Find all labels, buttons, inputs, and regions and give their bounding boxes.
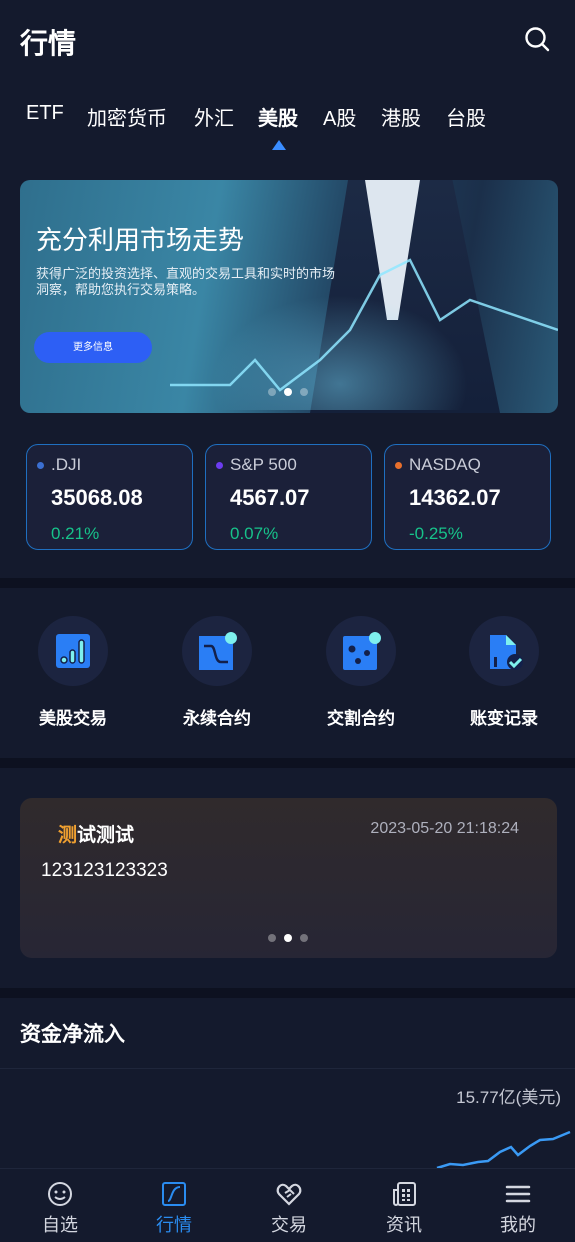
index-price: 4567.07 bbox=[230, 485, 310, 510]
index-card-dji[interactable]: .DJI 35068.08 0.21% bbox=[26, 444, 193, 550]
index-name: .DJI bbox=[51, 455, 82, 474]
tab-a-shares[interactable]: A股 bbox=[323, 102, 356, 131]
tab-us-stocks[interactable]: 美股 bbox=[258, 102, 298, 131]
nav-label: 我的 bbox=[500, 1215, 536, 1235]
fund-flow-line bbox=[436, 1130, 571, 1170]
dots-box-icon bbox=[343, 632, 381, 670]
quick-label: 永续合约 bbox=[183, 709, 251, 728]
divider bbox=[0, 1068, 575, 1069]
nav-watchlist[interactable]: 自选 bbox=[20, 1181, 100, 1237]
pagination-dot[interactable] bbox=[268, 388, 276, 396]
document-check-icon bbox=[490, 635, 523, 670]
notice-title-rest: 试测试 bbox=[77, 825, 135, 846]
notice-card[interactable]: 测试测试 2023-05-20 21:18:24 123123123323 bbox=[20, 798, 557, 958]
fund-flow-title: 资金净流入 bbox=[20, 1023, 125, 1046]
nav-news[interactable]: 资讯 bbox=[364, 1181, 444, 1237]
notice-title-highlight: 测 bbox=[58, 825, 78, 846]
nav-label: 资讯 bbox=[386, 1215, 422, 1235]
banner-pagination bbox=[268, 388, 308, 396]
bullet-icon bbox=[37, 462, 44, 469]
index-change: -0.25% bbox=[409, 524, 463, 543]
bullet-icon bbox=[395, 462, 402, 469]
chart-square-icon bbox=[162, 1182, 186, 1206]
bullet-icon bbox=[216, 462, 223, 469]
index-name: S&P 500 bbox=[230, 455, 297, 474]
more-info-button[interactable]: 更多信息 bbox=[34, 332, 152, 363]
quick-account-records[interactable]: 账变记录 bbox=[454, 616, 554, 729]
tab-forex[interactable]: 外汇 bbox=[194, 102, 234, 131]
active-tab-indicator bbox=[272, 140, 286, 150]
quick-perpetual-contract[interactable]: 永续合约 bbox=[167, 616, 267, 729]
nav-label: 自选 bbox=[42, 1215, 78, 1235]
pagination-dot[interactable] bbox=[300, 934, 308, 942]
fund-flow-value: 15.77亿(美元) bbox=[456, 1088, 561, 1107]
notice-pagination bbox=[268, 934, 308, 942]
search-icon[interactable] bbox=[524, 26, 550, 52]
smiley-icon bbox=[48, 1182, 72, 1206]
market-tabs: ETF 加密货币 外汇 美股 A股 港股 台股 bbox=[0, 102, 575, 152]
section-divider bbox=[0, 758, 575, 768]
index-name: NASDAQ bbox=[409, 455, 481, 474]
nav-market[interactable]: 行情 bbox=[134, 1181, 214, 1237]
tab-tw-stocks[interactable]: 台股 bbox=[446, 102, 486, 131]
pagination-dot[interactable] bbox=[300, 388, 308, 396]
pagination-dot-active[interactable] bbox=[284, 934, 292, 942]
index-change: 0.21% bbox=[51, 524, 100, 543]
promo-banner[interactable]: 充分利用市场走势 获得广泛的投资选择、直观的交易工具和实时的市场洞察，帮助您执行… bbox=[20, 180, 558, 413]
page-title: 行情 bbox=[20, 28, 77, 59]
quick-label: 账变记录 bbox=[470, 709, 538, 728]
menu-icon bbox=[505, 1185, 531, 1203]
nav-me[interactable]: 我的 bbox=[478, 1181, 558, 1237]
curve-chart-icon bbox=[199, 632, 237, 670]
newspaper-icon bbox=[393, 1182, 416, 1206]
nav-trade[interactable]: 交易 bbox=[249, 1181, 329, 1237]
bar-chart-icon bbox=[56, 634, 90, 668]
quick-delivery-contract[interactable]: 交割合约 bbox=[311, 616, 411, 729]
quick-label: 交割合约 bbox=[327, 709, 395, 728]
nav-label: 行情 bbox=[156, 1215, 192, 1235]
notice-title: 测试测试 bbox=[58, 820, 134, 847]
notice-body: 123123123323 bbox=[41, 860, 168, 881]
tab-crypto[interactable]: 加密货币 bbox=[87, 102, 167, 131]
quick-label: 美股交易 bbox=[39, 709, 107, 728]
quick-us-stock-trading[interactable]: 美股交易 bbox=[23, 616, 123, 729]
tab-hk-stocks[interactable]: 港股 bbox=[381, 102, 421, 131]
pagination-dot[interactable] bbox=[268, 934, 276, 942]
index-price: 35068.08 bbox=[51, 485, 143, 510]
handshake-heart-icon bbox=[276, 1183, 302, 1206]
index-change: 0.07% bbox=[230, 524, 279, 543]
nav-label: 交易 bbox=[271, 1215, 307, 1235]
banner-title: 充分利用市场走势 bbox=[36, 225, 245, 255]
notice-time: 2023-05-20 21:18:24 bbox=[370, 820, 519, 837]
section-divider bbox=[0, 578, 575, 588]
section-divider bbox=[0, 988, 575, 998]
index-card-sp500[interactable]: S&P 500 4567.07 0.07% bbox=[205, 444, 372, 550]
index-price: 14362.07 bbox=[409, 485, 501, 510]
index-card-nasdaq[interactable]: NASDAQ 14362.07 -0.25% bbox=[384, 444, 551, 550]
pagination-dot-active[interactable] bbox=[284, 388, 292, 396]
tab-etf[interactable]: ETF bbox=[26, 102, 64, 125]
banner-description: 获得广泛的投资选择、直观的交易工具和实时的市场洞察，帮助您执行交易策略。 bbox=[36, 266, 336, 297]
bottom-nav: 自选 行情 交易 资讯 我的 bbox=[0, 1168, 575, 1242]
